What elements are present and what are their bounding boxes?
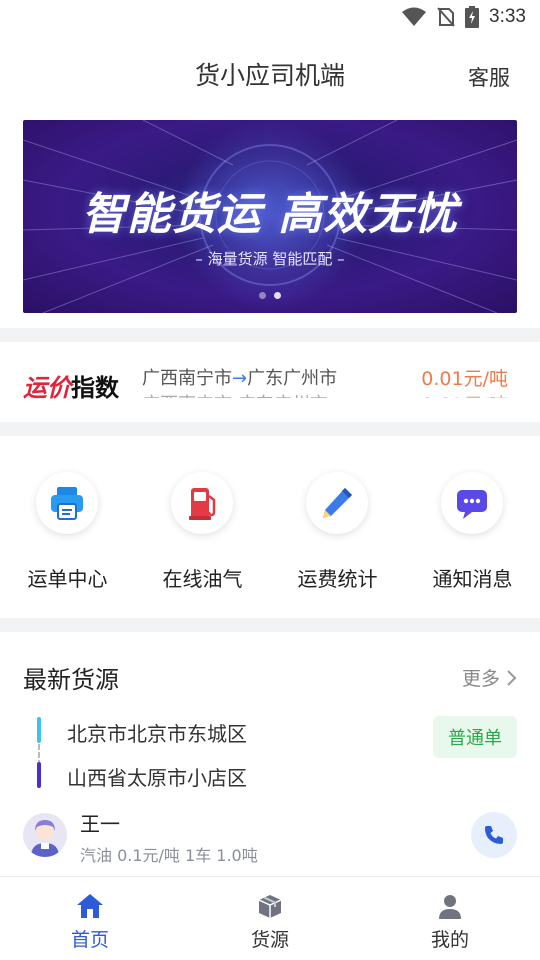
tab-label: 首页: [70, 929, 109, 951]
route-to: 广东广州市: [247, 368, 338, 389]
quick-item-online-fuel[interactable]: 在线油气: [135, 436, 270, 618]
latest-cargo-section: 最新货源 更多 北京市北京市东城区 山西省太原市小店区 普通单 王一 汽油 0.…: [0, 632, 540, 876]
bottom-tab-bar: 首页 货源 我的: [0, 876, 540, 960]
price-index-logo-black: 指数: [71, 374, 119, 402]
banner-section: 智能货运 高效无忧 – 海量货源 智能匹配 –: [0, 114, 540, 328]
status-icons: 3:33: [401, 6, 526, 28]
quick-icon-circle: [171, 472, 233, 534]
more-label: 更多: [461, 668, 500, 690]
phone-icon: [485, 826, 503, 844]
price-index-next-route: 广西南宁市 广东广州市: [142, 390, 328, 398]
destination-address[interactable]: 山西省太原市小店区: [67, 762, 247, 791]
driver-avatar-icon: [31, 820, 59, 857]
app-header: 货小应司机端 客服: [0, 36, 540, 114]
quick-item-label: 通知消息: [432, 567, 513, 591]
price-index-next-value: 0.01元/吨: [421, 390, 508, 398]
clock: 3:33: [489, 6, 526, 27]
customer-service-button[interactable]: 客服: [468, 62, 510, 92]
no-sim-icon: [437, 7, 455, 27]
quick-item-label: 在线油气: [162, 567, 243, 591]
price-index-logo-red: 运价: [23, 374, 71, 402]
price-index-card[interactable]: 运价指数 广西南宁市→广东广州市 0.01元/吨 广西南宁市 广东广州市 0.0…: [0, 342, 540, 422]
quick-icon-circle: [36, 472, 98, 534]
status-bar: 3:33: [0, 0, 540, 36]
quick-item-label: 运单中心: [27, 567, 108, 591]
tab-profile[interactable]: 我的: [360, 877, 540, 960]
route-from: 广西南宁市: [142, 368, 232, 389]
user-icon: [439, 895, 461, 919]
banner-pagination: [23, 292, 517, 299]
home-icon: [77, 894, 103, 918]
call-button[interactable]: [471, 812, 517, 858]
route-arrow-icon: →: [232, 368, 248, 389]
tab-label: 货源: [250, 929, 289, 951]
wifi-icon: [402, 7, 427, 26]
banner-dot[interactable]: [259, 292, 266, 299]
chevron-right-icon: [507, 669, 517, 686]
banner-subline: – 海量货源 智能匹配 –: [195, 250, 345, 268]
cargo-detail: 汽油 0.1元/吨 1车 1.0吨: [80, 846, 258, 865]
origin-address[interactable]: 北京市北京市东城区: [67, 718, 247, 747]
price-index-logo: 运价指数: [23, 368, 119, 403]
avatar: [23, 813, 67, 857]
quick-item-label: 运费统计: [297, 567, 378, 591]
origin-marker: [37, 717, 41, 743]
price-index-route: 广西南宁市→广东广州市: [142, 364, 337, 390]
driver-name: 王一: [80, 812, 120, 836]
battery-charging-icon: [465, 6, 480, 28]
price-index-value: 0.01元/吨: [421, 368, 508, 390]
message-icon: [457, 490, 487, 519]
quick-menu: 运单中心 在线油气 运费统计 通知消息: [0, 436, 540, 618]
page-title: 货小应司机端: [194, 61, 345, 90]
order-type-badge: 普通单: [433, 716, 517, 758]
tab-home[interactable]: 首页: [0, 877, 180, 960]
quick-icon-circle: [441, 472, 503, 534]
tab-cargo[interactable]: 货源: [180, 877, 360, 960]
quick-item-waybill-center[interactable]: 运单中心: [0, 436, 135, 618]
banner-dot-active[interactable]: [274, 292, 281, 299]
quick-item-notifications[interactable]: 通知消息: [405, 436, 540, 618]
cargo-box-icon: [258, 895, 282, 918]
pencil-icon: [323, 488, 352, 518]
destination-marker: [37, 762, 41, 788]
section-title: 最新货源: [23, 666, 119, 694]
quick-icon-circle: [306, 472, 368, 534]
promo-banner[interactable]: 智能货运 高效无忧 – 海量货源 智能匹配 –: [23, 120, 517, 313]
fuel-pump-icon: [189, 488, 216, 520]
more-link[interactable]: 更多: [462, 664, 518, 691]
tab-label: 我的: [430, 929, 469, 951]
quick-item-freight-stats[interactable]: 运费统计: [270, 436, 405, 618]
banner-headline: 智能货运 高效无忧: [81, 189, 459, 240]
printer-icon: [51, 487, 83, 520]
